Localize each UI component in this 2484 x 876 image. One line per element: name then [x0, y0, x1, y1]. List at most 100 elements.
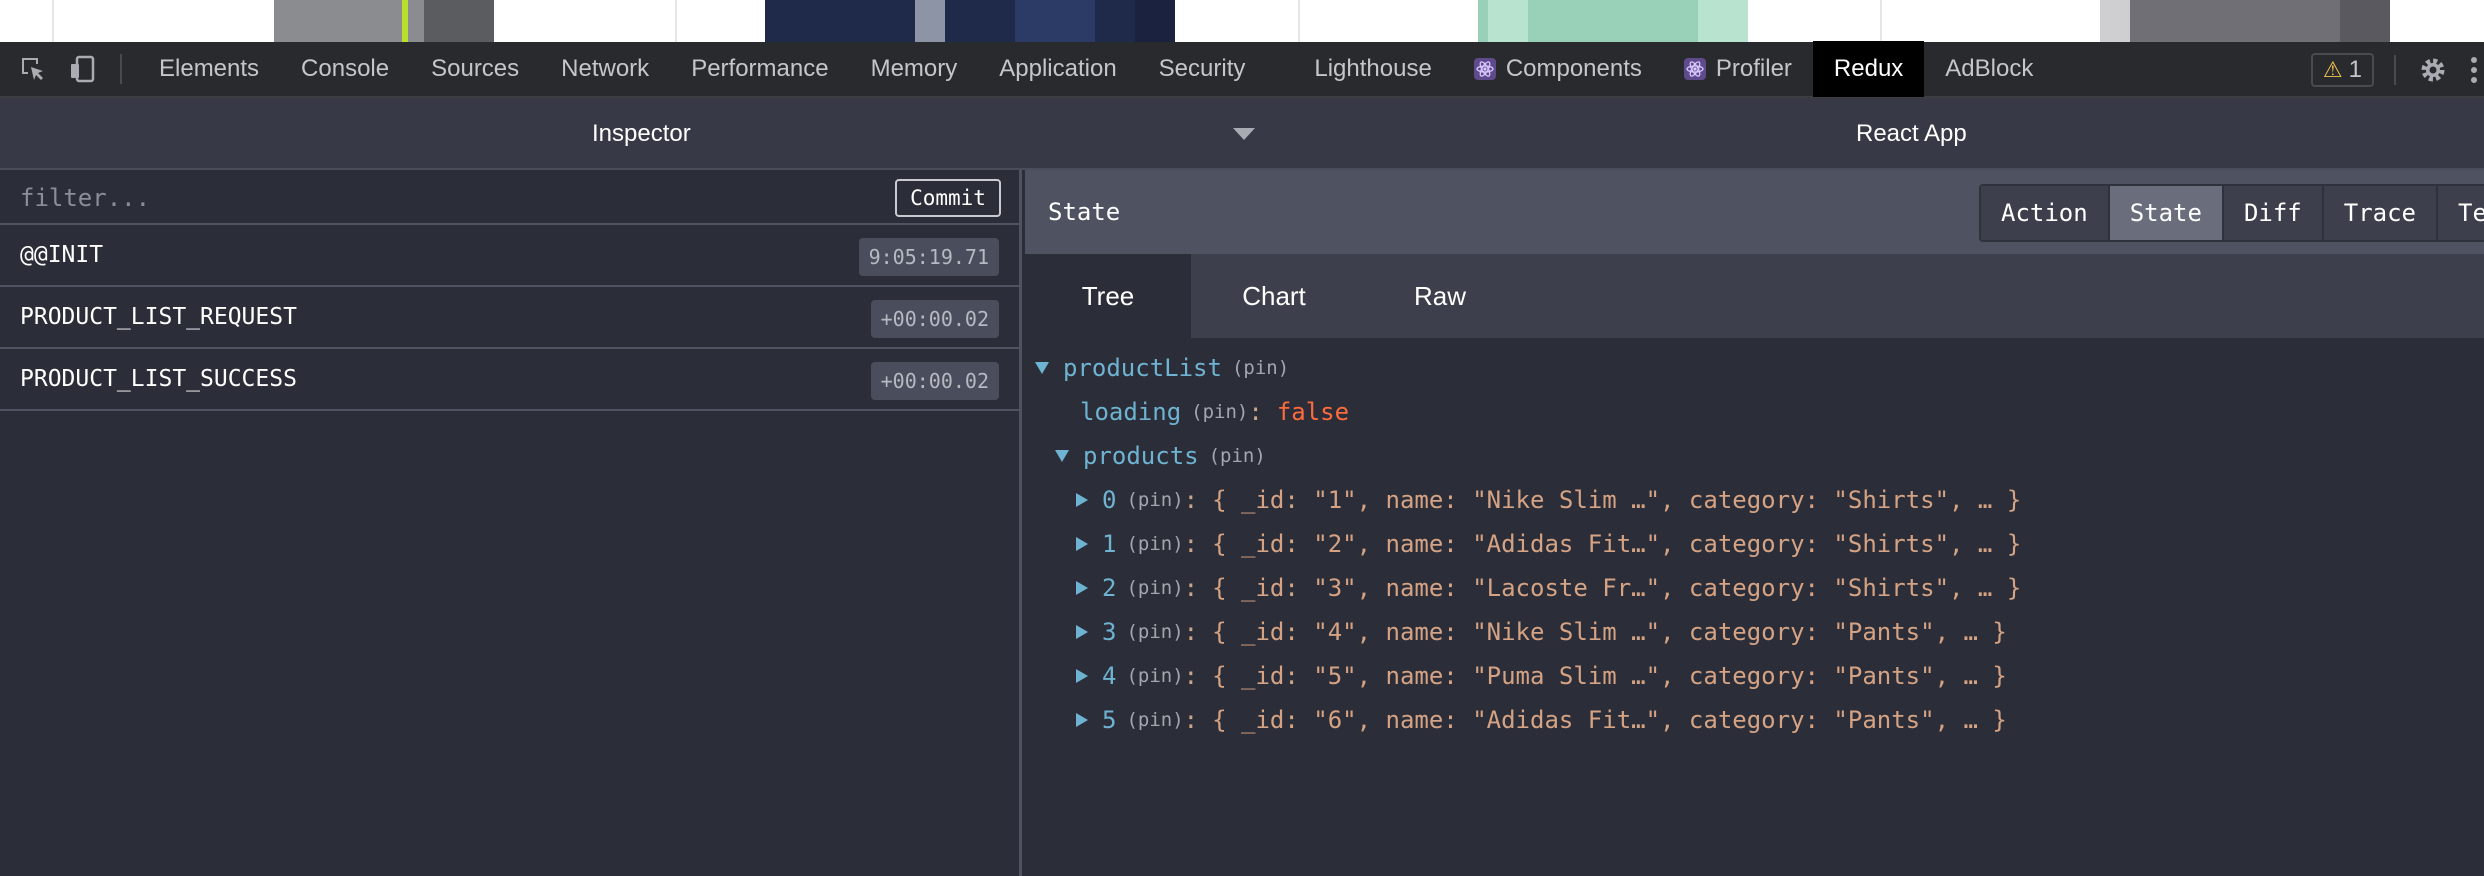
- tab-state[interactable]: State: [2109, 186, 2224, 240]
- tab-elements[interactable]: Elements: [138, 41, 280, 97]
- tab-raw[interactable]: Raw: [1357, 254, 1523, 338]
- collapse-arrow-icon[interactable]: [1076, 537, 1088, 551]
- product-photo: [2100, 0, 2390, 42]
- warning-count: 1: [2348, 56, 2362, 83]
- tree-value: { _id: "4", name: "Nike Slim …", categor…: [1212, 618, 2007, 646]
- instance-selector[interactable]: React App: [1856, 98, 1967, 170]
- pin-label[interactable]: (pin): [1126, 577, 1183, 599]
- product-photo: [274, 0, 494, 42]
- pin-label[interactable]: (pin): [1126, 489, 1183, 511]
- collapse-arrow-icon[interactable]: [1076, 713, 1088, 727]
- tree-node-products[interactable]: products (pin): [1025, 434, 2484, 478]
- tree-key: 5: [1102, 706, 1117, 734]
- tree-node-product[interactable]: 1 (pin): { _id: "2", name: "Adidas Fit…"…: [1025, 522, 2484, 566]
- tree-node-product[interactable]: 4 (pin): { _id: "5", name: "Puma Slim …"…: [1025, 654, 2484, 698]
- tree-node-productlist[interactable]: productList (pin): [1025, 346, 2484, 390]
- state-panel: State Action State Diff Trace Test Tree …: [1025, 170, 2484, 876]
- tree-value: false: [1276, 398, 1350, 426]
- tab-redux[interactable]: Redux: [1812, 41, 1925, 97]
- pin-label[interactable]: (pin): [1126, 621, 1183, 643]
- warning-icon: ⚠: [2322, 57, 2343, 82]
- tree-key: productList: [1063, 354, 1222, 382]
- device-toolbar-icon[interactable]: [66, 52, 100, 86]
- tab-application[interactable]: Application: [978, 41, 1137, 97]
- tab-chart[interactable]: Chart: [1191, 254, 1357, 338]
- pin-label[interactable]: (pin): [1191, 401, 1248, 423]
- action-item[interactable]: @@INIT 9:05:19.71: [0, 225, 1019, 287]
- tab-separator: [120, 54, 122, 84]
- expand-arrow-icon[interactable]: [1035, 362, 1049, 374]
- tree-node-product[interactable]: 2 (pin): { _id: "3", name: "Lacoste Fr…"…: [1025, 566, 2484, 610]
- tree-value: { _id: "2", name: "Adidas Fit…", categor…: [1212, 530, 2022, 558]
- tab-adblock[interactable]: AdBlock: [1924, 41, 2054, 97]
- product-photo: [765, 0, 1175, 42]
- tree-node-product[interactable]: 3 (pin): { _id: "4", name: "Nike Slim …"…: [1025, 610, 2484, 654]
- gear-icon[interactable]: [2416, 53, 2450, 87]
- inspector-selector[interactable]: Inspector: [592, 98, 691, 170]
- state-tree: productList (pin) loading (pin): false p…: [1025, 338, 2484, 742]
- tab-components[interactable]: Components: [1453, 41, 1663, 97]
- tree-value: { _id: "3", name: "Lacoste Fr…", categor…: [1212, 574, 2022, 602]
- tab-network[interactable]: Network: [540, 41, 670, 97]
- action-item[interactable]: PRODUCT_LIST_REQUEST +00:00.02: [0, 287, 1019, 349]
- tree-key: loading: [1080, 398, 1182, 426]
- product-card: [1298, 0, 1878, 42]
- redux-header: Inspector React App: [0, 98, 2484, 170]
- tree-value: { _id: "5", name: "Puma Slim …", categor…: [1212, 662, 2007, 690]
- action-item[interactable]: PRODUCT_LIST_SUCCESS +00:00.02: [0, 349, 1019, 411]
- tab-profiler[interactable]: Profiler: [1663, 41, 1813, 97]
- action-time: +00:00.02: [870, 300, 999, 338]
- state-panel-header: State Action State Diff Trace Test: [1025, 170, 2484, 254]
- collapse-arrow-icon[interactable]: [1076, 669, 1088, 683]
- tree-key: 2: [1102, 574, 1117, 602]
- tree-key: 3: [1102, 618, 1117, 646]
- monitor-tab-group: Action State Diff Trace Test: [1979, 184, 2484, 242]
- tabbar-right-controls: ⚠ 1: [2310, 42, 2484, 98]
- pin-label[interactable]: (pin): [1232, 357, 1289, 379]
- tree-key: 4: [1102, 662, 1117, 690]
- tree-node-product[interactable]: 5 (pin): { _id: "6", name: "Adidas Fit…"…: [1025, 698, 2484, 742]
- product-card: [1880, 0, 2480, 42]
- collapse-arrow-icon[interactable]: [1076, 581, 1088, 595]
- tab-tree[interactable]: Tree: [1025, 254, 1191, 338]
- collapse-arrow-icon[interactable]: [1076, 493, 1088, 507]
- devtools-tab-bar: Elements Console Sources Network Perform…: [0, 41, 2484, 98]
- tree-node-loading: loading (pin): false: [1080, 398, 1350, 426]
- pin-label[interactable]: (pin): [1126, 533, 1183, 555]
- tab-action[interactable]: Action: [1981, 186, 2110, 240]
- tab-security[interactable]: Security: [1138, 41, 1294, 97]
- pin-label[interactable]: (pin): [1209, 445, 1266, 467]
- view-tabs: Tree Chart Raw: [1025, 254, 2484, 338]
- filter-input[interactable]: [0, 170, 880, 225]
- action-time: 9:05:19.71: [858, 238, 999, 276]
- more-options-icon[interactable]: [2464, 53, 2484, 87]
- panel-title: State: [1048, 198, 1121, 226]
- commit-button[interactable]: Commit: [895, 179, 1001, 217]
- inspect-element-icon[interactable]: [16, 52, 50, 86]
- tab-memory[interactable]: Memory: [850, 41, 979, 97]
- tab-performance[interactable]: Performance: [670, 41, 849, 97]
- tab-trace[interactable]: Trace: [2323, 186, 2438, 240]
- product-card: [52, 0, 632, 42]
- action-name: @@INIT: [20, 242, 104, 268]
- tab-sources[interactable]: Sources: [410, 41, 540, 97]
- chevron-down-icon[interactable]: [1233, 128, 1255, 140]
- product-card: [675, 0, 1255, 42]
- warning-badge[interactable]: ⚠ 1: [2310, 53, 2374, 87]
- tab-lighthouse[interactable]: Lighthouse: [1293, 41, 1452, 97]
- expand-arrow-icon[interactable]: [1055, 450, 1069, 462]
- tree-value: { _id: "6", name: "Adidas Fit…", categor…: [1212, 706, 2007, 734]
- pin-label[interactable]: (pin): [1126, 665, 1183, 687]
- filter-row: Commit: [0, 170, 1019, 225]
- action-time: +00:00.02: [870, 362, 999, 400]
- page-background-strip: [0, 0, 2484, 42]
- tree-key: 1: [1102, 530, 1117, 558]
- tree-key: 0: [1102, 486, 1117, 514]
- action-list-panel: Commit @@INIT 9:05:19.71 PRODUCT_LIST_RE…: [0, 170, 1022, 876]
- tab-console[interactable]: Console: [280, 41, 410, 97]
- tab-test[interactable]: Test: [2438, 186, 2484, 240]
- collapse-arrow-icon[interactable]: [1076, 625, 1088, 639]
- tab-diff[interactable]: Diff: [2223, 186, 2324, 240]
- tree-node-product[interactable]: 0 (pin): { _id: "1", name: "Nike Slim …"…: [1025, 478, 2484, 522]
- pin-label[interactable]: (pin): [1126, 709, 1183, 731]
